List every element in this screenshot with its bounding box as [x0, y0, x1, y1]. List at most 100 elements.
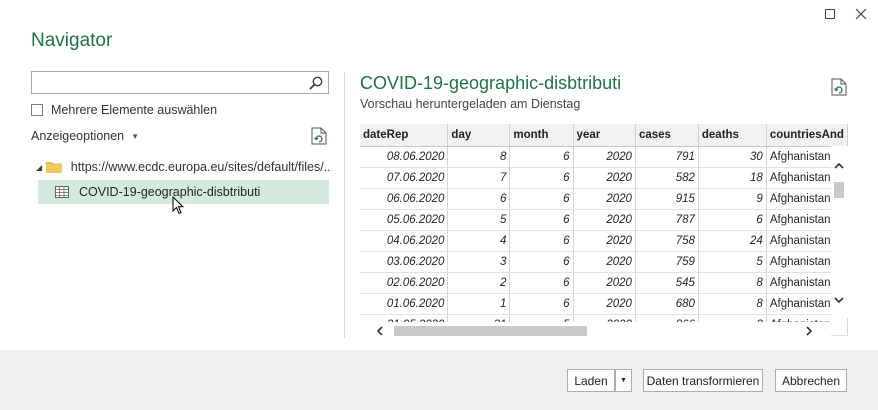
- search-icon[interactable]: [308, 75, 324, 91]
- table-row: 02.06.2020 2 6 2020 545 8 Afghanistan: [360, 272, 848, 294]
- table-cell: 787: [635, 209, 699, 231]
- column-header[interactable]: day: [447, 124, 511, 147]
- table-cell: 6: [509, 251, 574, 273]
- table-cell: 759: [635, 251, 699, 273]
- table-cell: 6: [509, 167, 574, 189]
- table-cell: 3: [447, 251, 511, 273]
- table-cell: 8: [698, 293, 767, 315]
- search-input[interactable]: [32, 72, 302, 93]
- table-cell: 6: [698, 209, 767, 231]
- vertical-scrollbar[interactable]: [831, 146, 848, 318]
- search-box[interactable]: [31, 71, 329, 94]
- column-header[interactable]: cases: [635, 124, 699, 147]
- table-cell: 6: [509, 188, 574, 210]
- table-cell: 2020: [573, 209, 636, 231]
- table-cell: 07.06.2020: [360, 167, 449, 189]
- dialog-title: Navigator: [31, 30, 113, 51]
- column-header[interactable]: dateRep: [360, 124, 449, 147]
- scroll-up-icon[interactable]: [833, 160, 845, 172]
- refresh-icon[interactable]: [311, 127, 327, 145]
- table-cell: 5: [698, 251, 767, 273]
- table-cell: 2: [447, 272, 511, 294]
- transform-data-button[interactable]: Daten transformieren: [643, 369, 763, 392]
- multi-select-option[interactable]: Mehrere Elemente auswählen: [31, 103, 217, 117]
- vertical-scroll-thumb[interactable]: [834, 182, 844, 198]
- preview-subtitle: Vorschau heruntergeladen am Dienstag: [360, 97, 581, 111]
- preview-grid[interactable]: dateRep day month year cases deaths coun…: [360, 124, 848, 340]
- tree-folder-node[interactable]: ◢ https://www.ecdc.europa.eu/sites/defau…: [36, 157, 332, 177]
- table-cell: 6: [509, 209, 574, 231]
- chevron-down-icon: ▼: [620, 377, 627, 384]
- table-cell: 2020: [573, 230, 636, 252]
- column-header[interactable]: month: [509, 124, 574, 147]
- preview-table: dateRep day month year cases deaths coun…: [360, 124, 848, 336]
- table-cell: 6: [509, 146, 574, 168]
- table-cell: 01.06.2020: [360, 293, 449, 315]
- load-button[interactable]: Laden: [567, 369, 615, 392]
- table-cell: 02.06.2020: [360, 272, 449, 294]
- load-dropdown-button[interactable]: ▼: [615, 369, 632, 392]
- preview-title: COVID-19-geographic-disbtributi: [360, 73, 622, 93]
- column-header[interactable]: countriesAnd: [766, 124, 848, 147]
- table-cell: 8: [698, 272, 767, 294]
- table-cell: 24: [698, 230, 767, 252]
- table-cell: 18: [698, 167, 767, 189]
- horizontal-scroll-thumb[interactable]: [394, 326, 587, 336]
- folder-icon: [45, 162, 62, 173]
- table-cell: 6: [509, 230, 574, 252]
- table-cell: 6: [447, 188, 511, 210]
- table-cell: 03.06.2020: [360, 251, 449, 273]
- pane-divider: [344, 72, 345, 338]
- scroll-left-icon[interactable]: [374, 325, 386, 337]
- scroll-right-icon[interactable]: [803, 325, 815, 337]
- table-row: 01.06.2020 1 6 2020 680 8 Afghanistan: [360, 293, 848, 315]
- table-cell: 2020: [573, 188, 636, 210]
- table-row: 06.06.2020 6 6 2020 915 9 Afghanistan: [360, 188, 848, 210]
- table-header-row: dateRep day month year cases deaths coun…: [360, 124, 848, 147]
- table-cell: 915: [635, 188, 699, 210]
- table-cell: 2020: [573, 167, 636, 189]
- folder-label: https://www.ecdc.europa.eu/sites/default…: [70, 160, 332, 174]
- table-row: 07.06.2020 7 6 2020 582 18 Afghanistan: [360, 167, 848, 189]
- table-icon: [55, 186, 69, 198]
- collapse-triangle-icon[interactable]: ◢: [36, 163, 46, 172]
- cancel-button[interactable]: Abbrechen: [775, 369, 847, 392]
- table-row: 08.06.2020 8 6 2020 791 30 Afghanistan: [360, 146, 848, 168]
- refresh-preview-icon[interactable]: [831, 78, 847, 96]
- table-row: 03.06.2020 3 6 2020 759 5 Afghanistan: [360, 251, 848, 273]
- table-cell: 2020: [573, 272, 636, 294]
- table-cell: 582: [635, 167, 699, 189]
- table-cell: 08.06.2020: [360, 146, 449, 168]
- tree-item-label: COVID-19-geographic-disbtributi: [79, 185, 261, 199]
- table-cell: 8: [447, 146, 511, 168]
- table-cell: 06.06.2020: [360, 188, 449, 210]
- horizontal-scrollbar[interactable]: [360, 322, 831, 340]
- table-cell: 5: [447, 209, 511, 231]
- table-cell: 758: [635, 230, 699, 252]
- table-cell: 2020: [573, 293, 636, 315]
- column-header[interactable]: deaths: [698, 124, 767, 147]
- maximize-button[interactable]: [820, 4, 840, 24]
- table-row: 05.06.2020 5 6 2020 787 6 Afghanistan: [360, 209, 848, 231]
- mouse-cursor-icon: [172, 196, 185, 215]
- multi-select-checkbox[interactable]: [31, 104, 43, 116]
- scroll-down-icon[interactable]: [833, 294, 845, 306]
- table-cell: 30: [698, 146, 767, 168]
- column-header[interactable]: year: [573, 124, 636, 147]
- table-cell: 9: [698, 188, 767, 210]
- table-cell: 2020: [573, 146, 636, 168]
- multi-select-label: Mehrere Elemente auswählen: [51, 103, 218, 117]
- table-cell: 1: [447, 293, 511, 315]
- table-cell: 680: [635, 293, 699, 315]
- table-row: 04.06.2020 4 6 2020 758 24 Afghanistan: [360, 230, 848, 252]
- table-cell: 05.06.2020: [360, 209, 449, 231]
- table-cell: 6: [509, 272, 574, 294]
- table-cell: 4: [447, 230, 511, 252]
- caret-down-icon: ▼: [131, 131, 140, 141]
- display-options-label: Anzeigeoptionen: [31, 129, 125, 143]
- display-options-dropdown[interactable]: Anzeigeoptionen ▼: [31, 129, 139, 143]
- table-cell: 791: [635, 146, 699, 168]
- close-button[interactable]: [851, 4, 871, 24]
- table-cell: 04.06.2020: [360, 230, 449, 252]
- maximize-icon: [825, 9, 835, 19]
